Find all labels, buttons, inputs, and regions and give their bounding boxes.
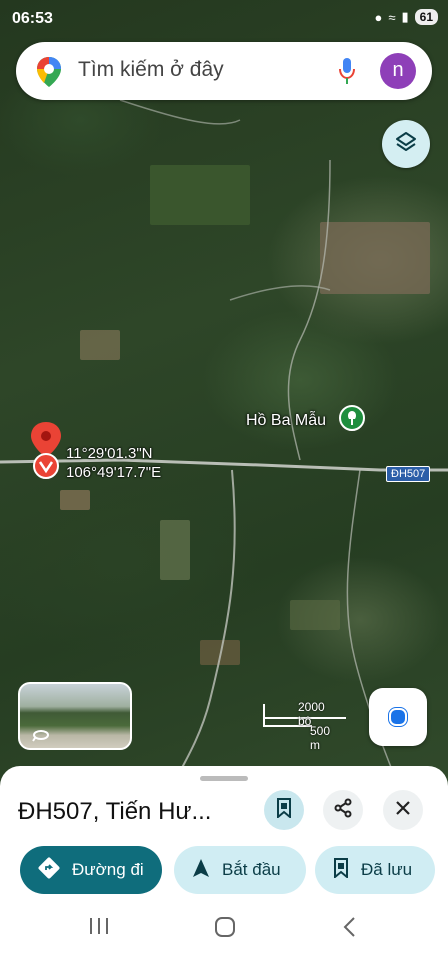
my-location-icon (389, 708, 407, 726)
maps-pin-icon (36, 56, 62, 93)
search-input[interactable]: Tìm kiếm ở đây (78, 58, 224, 82)
map-view[interactable] (0, 0, 448, 790)
share-button[interactable] (323, 790, 363, 830)
street-view-icon (32, 728, 50, 747)
directions-label: Đường đi (72, 860, 144, 879)
directions-icon (38, 857, 60, 884)
battery-icon: 61 (414, 9, 438, 25)
save-button[interactable] (264, 790, 304, 830)
street-view-thumbnail[interactable] (18, 682, 132, 750)
start-button[interactable]: Bắt đầu (174, 846, 306, 894)
scale-meters: 500 m (310, 724, 331, 752)
map-roads (0, 99, 448, 790)
home-icon[interactable] (214, 916, 236, 943)
layers-icon (394, 130, 418, 159)
longitude-text: 106°49'17.7"E (66, 464, 162, 481)
location-status-icon: ● (374, 9, 383, 25)
coordinates-label: 11°29'01.3"N 106°49'17.7"E (66, 444, 161, 482)
directions-button[interactable]: Đường đi (20, 846, 162, 894)
system-nav-bar (0, 896, 448, 960)
latitude-text: 11°29'01.3"N (66, 445, 153, 462)
layers-button[interactable] (382, 120, 430, 168)
road-badge: ĐH507 (386, 466, 431, 482)
avatar[interactable]: n (380, 53, 416, 89)
poi-park-icon[interactable] (339, 405, 365, 436)
status-bar: 06:53 ● ≈ ▮ 61 (0, 0, 448, 40)
place-title: ĐH507, Tiến Hư... (18, 798, 212, 825)
back-icon[interactable] (342, 916, 358, 943)
recent-apps-icon[interactable] (88, 916, 110, 941)
poi-label[interactable]: Hồ Ba Mẫu (246, 412, 326, 430)
saved-label: Đã lưu (361, 860, 413, 879)
status-icons: ● ≈ ▮ 61 (374, 9, 438, 25)
search-bar[interactable]: Tìm kiếm ở đây n (16, 42, 432, 100)
share-icon (333, 798, 353, 823)
close-button[interactable] (383, 790, 423, 830)
drag-handle[interactable] (200, 776, 248, 781)
navigate-icon (192, 858, 210, 883)
signal-icon: ▮ (401, 9, 409, 24)
location-pin-icon[interactable] (28, 420, 64, 487)
my-location-button[interactable] (369, 688, 427, 746)
saved-button[interactable]: Đã lưu (315, 846, 435, 894)
status-time: 06:53 (12, 10, 53, 27)
start-label: Bắt đầu (222, 860, 281, 879)
bookmark-icon (333, 857, 349, 883)
wifi-icon: ≈ (388, 9, 396, 25)
bookmark-icon (276, 797, 292, 823)
close-icon (395, 800, 411, 821)
mic-icon[interactable] (338, 57, 356, 90)
